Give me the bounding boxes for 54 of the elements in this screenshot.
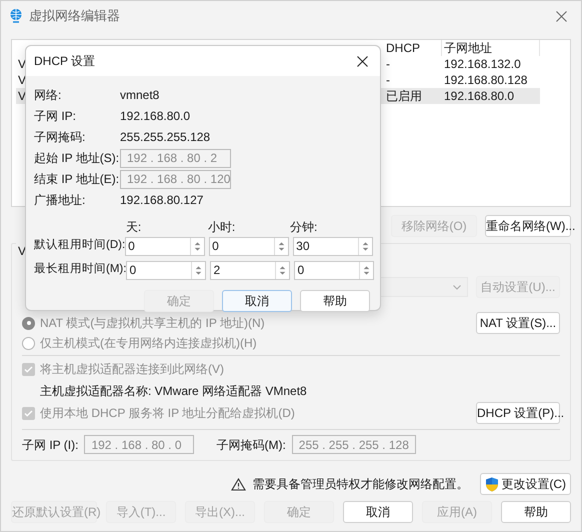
field-label: 起始 IP 地址(S): [34,150,120,167]
field-value: 255.255.255.128 [120,129,210,146]
subnet-mask-label: 子网掩码(M): [216,436,286,454]
field-value: 192.168.80.0 [120,108,190,125]
warning-icon [231,478,246,490]
field-label: 广播地址: [34,192,86,209]
field-label: 默认租用时间(D): [34,238,126,254]
column-label: 天: [126,219,142,234]
column-header[interactable]: 子网地址 [442,40,540,56]
column-label: 分钟: [290,219,318,234]
column-label: 小时: [208,219,236,234]
check-icon [24,408,33,418]
globe-icon [9,8,23,24]
field-value: 192.168.80.127 [120,192,204,209]
dialog-title: DHCP 设置 [34,53,96,70]
shield-icon [485,476,500,492]
spin-field[interactable]: 0 [126,260,206,280]
table-cell-text: 192.168.80.0 [443,88,516,104]
table-cell-text: 已启用 [385,88,423,104]
table-cell-text: - [385,72,391,88]
connect-adapter-label: 将主机虚拟适配器连接到此网络(V) [40,361,224,378]
mode-label: NAT 模式(与虚拟机共享主机的 IP 地址)(N) [40,315,265,332]
chevron-down-icon [453,284,461,290]
dialog-button[interactable]: 帮助 [300,290,370,312]
spin-field[interactable]: 0 [294,260,374,280]
field-label: 网络: [34,87,62,104]
window-title: 虚拟网络编辑器 [29,7,120,26]
mode-label: 仅主机模式(在专用网络内连接虚拟机)(H) [40,335,257,352]
use-dhcp-label: 使用本地 DHCP 服务将 IP 地址分配给虚拟机(D) [40,405,295,422]
change-settings-button[interactable]: 更改设置(C) [480,473,571,495]
table-cell-text: V [17,72,26,88]
field-label: 最长租用时间(M): [34,262,126,278]
table-cell-text: 192.168.132.0 [443,56,522,72]
column-header[interactable]: DHCP [384,40,442,56]
dialog-button[interactable]: 取消 [222,290,292,312]
spin-field[interactable]: 2 [210,260,290,280]
nat-settings-button[interactable]: NAT 设置(S)... [476,312,560,334]
table-cell-text: 192.168.80.128 [443,72,528,88]
footer-button[interactable]: 帮助 [501,501,571,523]
table-cell-text: V [17,88,26,104]
field-value: vmnet8 [120,87,160,104]
footer-button[interactable]: 取消 [343,501,413,523]
spin-field[interactable]: 30 [293,236,374,256]
table-cell-text: - [385,56,391,72]
check-icon [24,364,33,374]
close-icon[interactable] [357,56,368,66]
adapter-name: 主机虚拟适配器名称: VMware 网络适配器 VMnet8 [39,383,308,400]
field-label: 子网掩码: [34,129,86,146]
field-label: 结束 IP 地址(E): [34,171,120,188]
field-label: 子网 IP: [34,108,78,125]
warning-text: 需要具备管理员特权才能修改网络配置。 [252,476,468,493]
subnet-ip-label: 子网 IP (I): [22,436,78,454]
spin-field[interactable]: 0 [209,236,290,256]
spin-field[interactable]: 0 [125,236,206,256]
